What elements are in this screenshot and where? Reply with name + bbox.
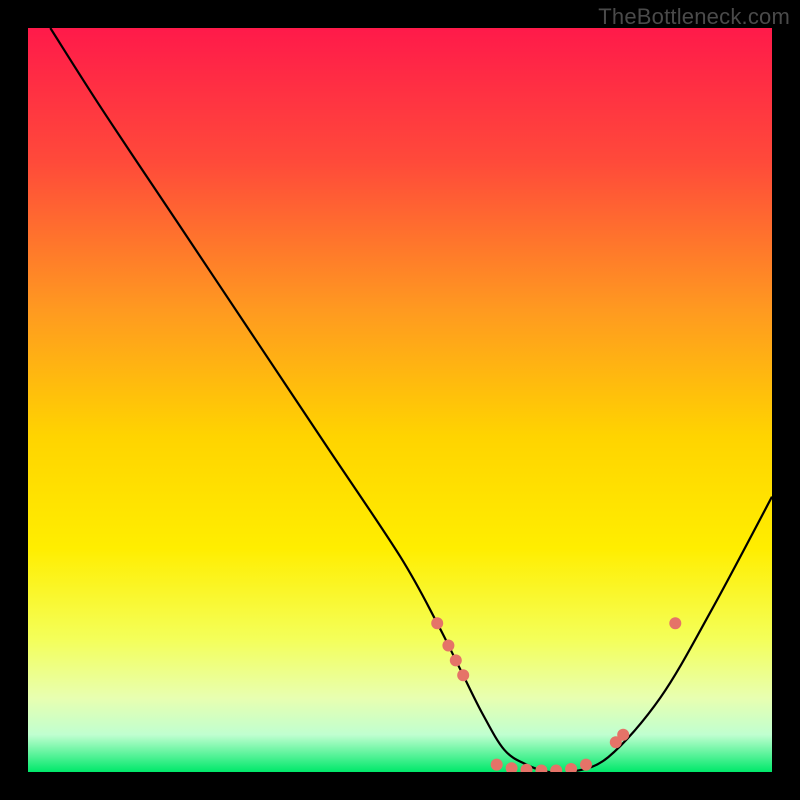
highlight-dot xyxy=(580,759,592,771)
gradient-background xyxy=(28,28,772,772)
highlight-dot xyxy=(491,759,503,771)
bottleneck-chart xyxy=(28,28,772,772)
highlight-dot xyxy=(442,640,454,652)
highlight-dot xyxy=(617,729,629,741)
watermark-text: TheBottleneck.com xyxy=(598,4,790,30)
highlight-dot xyxy=(669,617,681,629)
highlight-dot xyxy=(450,654,462,666)
highlight-dot xyxy=(457,669,469,681)
highlight-dot xyxy=(431,617,443,629)
chart-frame xyxy=(28,28,772,772)
